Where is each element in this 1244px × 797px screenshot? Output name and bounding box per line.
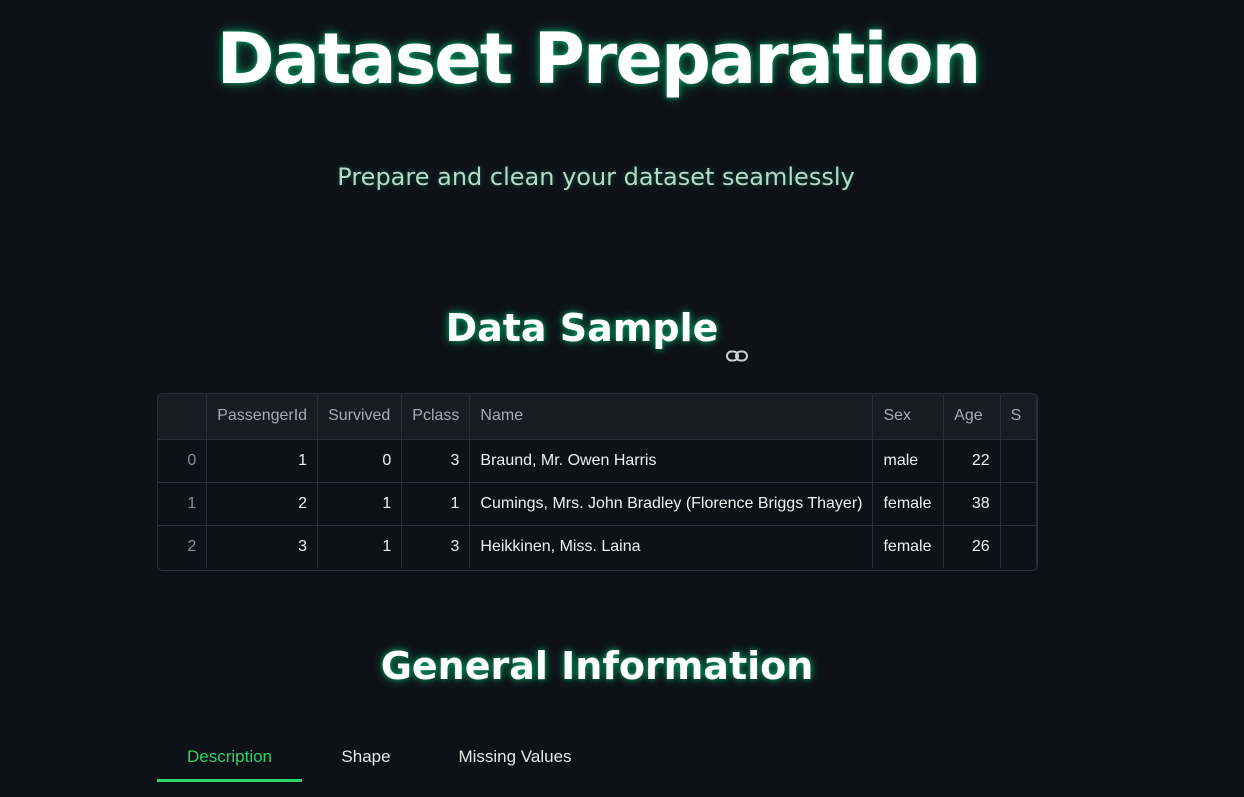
table-header-row: PassengerId Survived Pclass Name Sex Age… — [158, 394, 1037, 440]
tab-missing-values[interactable]: Missing Values — [430, 733, 600, 781]
table-cell[interactable]: 22 — [943, 439, 1001, 483]
table-cell[interactable]: 3 — [206, 525, 319, 568]
column-header[interactable]: Sex — [872, 394, 945, 440]
table-cell[interactable]: Heikkinen, Miss. Laina — [469, 525, 874, 568]
column-header-index[interactable] — [158, 394, 208, 440]
column-header[interactable]: Pclass — [401, 394, 471, 440]
tab-shape[interactable]: Shape — [302, 733, 430, 781]
table-cell[interactable] — [1000, 439, 1037, 483]
table-cell[interactable]: 1 — [317, 482, 403, 526]
table-cell[interactable]: 1 — [206, 439, 319, 483]
tab-description[interactable]: Description — [157, 733, 302, 782]
column-header[interactable]: Name — [469, 394, 874, 440]
column-header[interactable]: PassengerId — [206, 394, 319, 440]
data-table: PassengerId Survived Pclass Name Sex Age… — [158, 394, 1037, 568]
column-header[interactable]: Survived — [317, 394, 403, 440]
table-cell[interactable]: 26 — [943, 525, 1001, 568]
table-cell[interactable] — [1000, 482, 1037, 526]
general-info-tabs: Description Shape Missing Values — [157, 733, 600, 783]
data-sample-heading: Data Sample — [0, 302, 1194, 361]
column-header[interactable]: S — [1000, 394, 1037, 440]
table-cell[interactable]: 1 — [401, 482, 471, 526]
link-icon[interactable] — [726, 324, 749, 361]
table-cell[interactable]: 3 — [401, 439, 471, 483]
table-cell[interactable]: 38 — [943, 482, 1001, 526]
data-sample-table[interactable]: PassengerId Survived Pclass Name Sex Age… — [157, 393, 1038, 571]
table-cell[interactable]: 1 — [317, 525, 403, 568]
table-cell[interactable]: female — [872, 482, 945, 526]
page-title: Dataset Preparation — [216, 18, 982, 100]
table-row: 2 3 1 3 Heikkinen, Miss. Laina female 26 — [158, 525, 1037, 568]
general-information-heading: General Information — [380, 644, 814, 688]
data-sample-heading-text: Data Sample — [445, 306, 719, 350]
table-cell[interactable] — [1000, 525, 1037, 568]
table-cell[interactable]: Braund, Mr. Owen Harris — [469, 439, 874, 483]
app-page: Dataset Preparation Prepare and clean yo… — [0, 0, 1244, 797]
table-row: 0 1 0 3 Braund, Mr. Owen Harris male 22 — [158, 439, 1037, 483]
row-index[interactable]: 2 — [158, 525, 208, 568]
table-cell[interactable]: female — [872, 525, 945, 568]
row-index[interactable]: 1 — [158, 482, 208, 526]
table-cell[interactable]: 3 — [401, 525, 471, 568]
row-index[interactable]: 0 — [158, 439, 208, 483]
page-subtitle: Prepare and clean your dataset seamlessl… — [337, 163, 855, 191]
table-cell[interactable]: male — [872, 439, 945, 483]
table-row: 1 2 1 1 Cumings, Mrs. John Bradley (Flor… — [158, 482, 1037, 526]
table-cell[interactable]: 0 — [317, 439, 403, 483]
column-header[interactable]: Age — [943, 394, 1001, 440]
table-cell[interactable]: 2 — [206, 482, 319, 526]
table-cell[interactable]: Cumings, Mrs. John Bradley (Florence Bri… — [469, 482, 874, 526]
